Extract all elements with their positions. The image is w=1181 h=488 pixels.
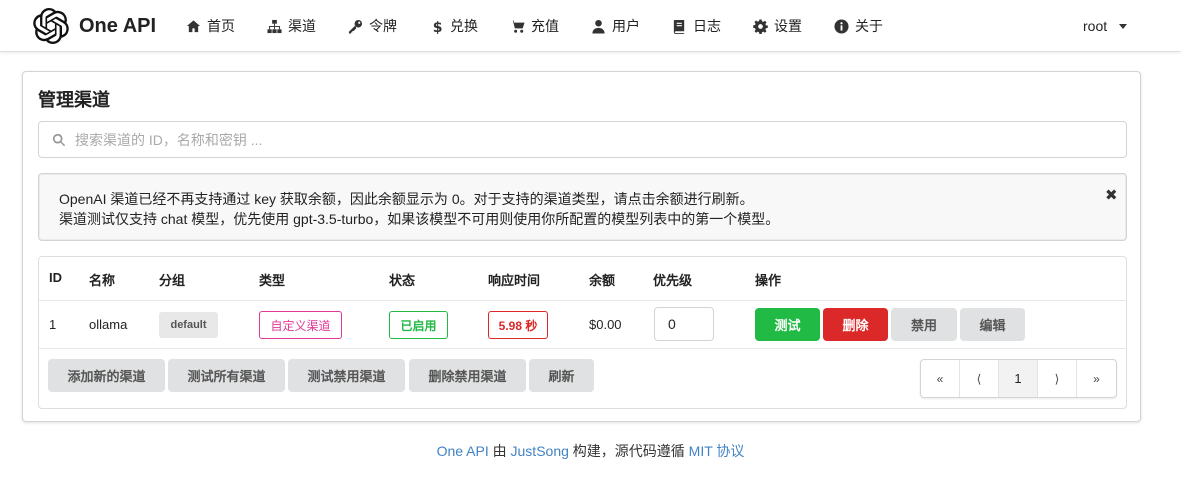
nav-settings[interactable]: 设置 bbox=[753, 16, 802, 36]
response-time-badge[interactable]: 5.98 秒 bbox=[488, 311, 548, 339]
nav-topup[interactable]: 充值 bbox=[510, 16, 559, 36]
top-navbar: One API 首页 渠道 令牌 $ 兑换 充值 用户 日志 设置 关于 roo… bbox=[0, 0, 1181, 52]
key-icon bbox=[348, 19, 363, 34]
nav-label: 充值 bbox=[531, 18, 559, 34]
brand-name: One API bbox=[79, 14, 157, 37]
column-header-group: 分组 bbox=[159, 273, 186, 288]
search-box bbox=[38, 121, 1127, 158]
column-header-id: ID bbox=[49, 270, 62, 285]
row-divider bbox=[39, 348, 1126, 349]
nav-users[interactable]: 用户 bbox=[591, 16, 640, 36]
main-nav: 首页 渠道 令牌 $ 兑换 充值 用户 日志 设置 关于 bbox=[186, 0, 915, 52]
info-icon bbox=[834, 18, 849, 34]
nav-channels[interactable]: 渠道 bbox=[267, 16, 316, 36]
pagination-last[interactable]: » bbox=[1077, 360, 1116, 397]
caret-down-icon bbox=[1119, 23, 1128, 29]
channels-table: ID 名称 分组 类型 状态 响应时间 余额 优先级 操作 1 ollama d… bbox=[38, 256, 1127, 409]
nav-tokens[interactable]: 令牌 bbox=[348, 16, 397, 36]
nav-redeem[interactable]: $ 兑换 bbox=[429, 16, 478, 36]
type-badge: 自定义渠道 bbox=[259, 311, 342, 339]
nav-label: 用户 bbox=[612, 18, 640, 34]
edit-button[interactable]: 编辑 bbox=[960, 308, 1025, 341]
notice-line-1: OpenAI 渠道已经不再支持通过 key 获取余额，因此余额显示为 0。对于支… bbox=[59, 191, 754, 207]
nav-label: 渠道 bbox=[288, 18, 316, 34]
delete-button[interactable]: 删除 bbox=[823, 308, 888, 341]
nav-label: 日志 bbox=[693, 18, 721, 34]
nav-label: 关于 bbox=[855, 18, 883, 34]
channels-card: 管理渠道 OpenAI 渠道已经不再支持通过 key 获取余额，因此余额显示为 … bbox=[22, 71, 1141, 422]
openai-logo-icon bbox=[33, 8, 69, 44]
priority-input[interactable] bbox=[654, 307, 714, 341]
add-channel-button[interactable]: 添加新的渠道 bbox=[48, 359, 165, 392]
test-all-channels-button[interactable]: 测试所有渠道 bbox=[168, 359, 285, 392]
page-title: 管理渠道 bbox=[38, 90, 110, 110]
footer-author-link[interactable]: JustSong bbox=[511, 443, 569, 459]
sitemap-icon bbox=[267, 19, 282, 33]
pagination-first[interactable]: « bbox=[921, 360, 960, 397]
footer: One API 由 JustSong 构建，源代码遵循 MIT 协议 bbox=[0, 441, 1181, 461]
home-icon bbox=[186, 19, 201, 32]
column-header-type: 类型 bbox=[259, 273, 286, 288]
info-notice: OpenAI 渠道已经不再支持通过 key 获取余额，因此余额显示为 0。对于支… bbox=[38, 173, 1127, 241]
column-header-status: 状态 bbox=[389, 273, 416, 288]
row-divider bbox=[39, 300, 1126, 301]
cart-icon bbox=[510, 19, 525, 33]
search-icon bbox=[52, 133, 66, 147]
pagination-current-page[interactable]: 1 bbox=[999, 360, 1038, 397]
test-disabled-channels-button[interactable]: 测试禁用渠道 bbox=[288, 359, 405, 392]
channel-id: 1 bbox=[49, 317, 57, 332]
channel-name: ollama bbox=[89, 317, 128, 332]
column-header-balance: 余额 bbox=[589, 273, 616, 288]
column-header-priority: 优先级 bbox=[653, 273, 693, 288]
channel-balance[interactable]: $0.00 bbox=[589, 317, 622, 332]
column-header-response-time: 响应时间 bbox=[488, 273, 541, 288]
pagination-prev[interactable]: ⟨ bbox=[960, 360, 999, 397]
nav-label: 兑换 bbox=[450, 18, 478, 34]
delete-disabled-channels-button[interactable]: 删除禁用渠道 bbox=[409, 359, 526, 392]
nav-logs[interactable]: 日志 bbox=[672, 16, 721, 36]
dollar-icon: $ bbox=[433, 20, 443, 34]
nav-about[interactable]: 关于 bbox=[834, 16, 883, 36]
refresh-button[interactable]: 刷新 bbox=[529, 359, 594, 392]
search-input[interactable] bbox=[75, 122, 1115, 157]
test-button[interactable]: 测试 bbox=[755, 308, 820, 341]
nav-label: 设置 bbox=[774, 18, 802, 34]
status-badge: 已启用 bbox=[389, 311, 448, 339]
footer-app-link[interactable]: One API bbox=[437, 443, 489, 459]
group-badge: default bbox=[159, 312, 218, 338]
footer-license-link[interactable]: MIT 协议 bbox=[689, 443, 745, 459]
user-icon bbox=[592, 19, 605, 34]
notice-line-2: 渠道测试仅支持 chat 模型，优先使用 gpt-3.5-turbo，如果该模型… bbox=[59, 211, 780, 227]
footer-text: 由 bbox=[488, 443, 511, 459]
pagination-next[interactable]: ⟩ bbox=[1038, 360, 1077, 397]
nav-home[interactable]: 首页 bbox=[186, 16, 235, 36]
close-icon[interactable]: ✖ bbox=[1105, 186, 1118, 204]
svg-text:$: $ bbox=[433, 20, 443, 34]
user-name: root bbox=[1083, 18, 1108, 34]
column-header-actions: 操作 bbox=[755, 273, 782, 288]
disable-button[interactable]: 禁用 bbox=[891, 308, 957, 341]
brand[interactable]: One API bbox=[33, 8, 156, 44]
user-menu[interactable]: root bbox=[1083, 0, 1128, 52]
nav-label: 令牌 bbox=[369, 18, 397, 34]
footer-text: 构建，源代码遵循 bbox=[568, 443, 689, 459]
column-header-name: 名称 bbox=[89, 273, 116, 288]
nav-label: 首页 bbox=[207, 18, 235, 34]
gear-icon bbox=[753, 18, 768, 34]
pagination: « ⟨ 1 ⟩ » bbox=[920, 359, 1117, 398]
book-icon bbox=[673, 19, 685, 34]
